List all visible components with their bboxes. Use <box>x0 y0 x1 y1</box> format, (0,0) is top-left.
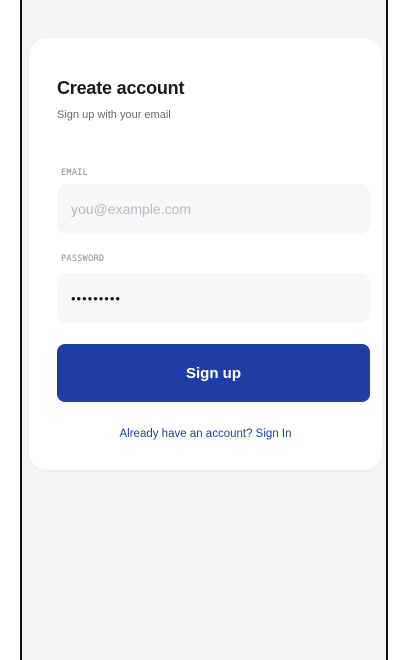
sign-in-link[interactable]: Already have an account? Sign In <box>29 428 382 440</box>
email-input[interactable] <box>57 184 370 234</box>
device-frame: Create account Sign up with your email E… <box>20 0 388 660</box>
page-subtitle: Sign up with your email <box>57 109 171 121</box>
signup-card: Create account Sign up with your email E… <box>29 38 382 470</box>
sign-up-button[interactable]: Sign up <box>57 344 370 402</box>
email-label: EMAIL <box>61 168 89 178</box>
password-input[interactable] <box>57 273 370 323</box>
page-title: Create account <box>57 78 185 98</box>
password-label: PASSWORD <box>61 254 105 264</box>
